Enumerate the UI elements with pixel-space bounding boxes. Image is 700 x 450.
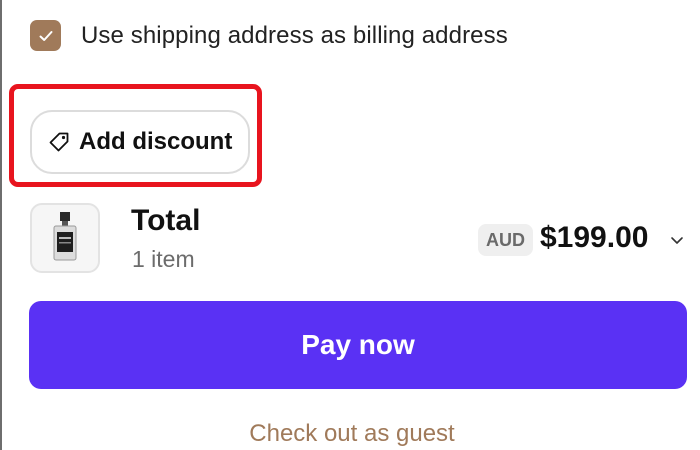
checkout-panel: Use shipping address as billing address … bbox=[0, 0, 700, 450]
add-discount-label: Add discount bbox=[79, 128, 233, 155]
pay-now-button[interactable]: Pay now bbox=[29, 301, 687, 389]
billing-checkbox-label: Use shipping address as billing address bbox=[81, 21, 508, 49]
item-count: 1 item bbox=[132, 246, 195, 272]
checkmark-icon bbox=[39, 30, 52, 41]
tag-icon bbox=[49, 132, 69, 152]
product-thumbnail bbox=[30, 203, 100, 273]
billing-address-option[interactable]: Use shipping address as billing address bbox=[30, 20, 508, 51]
billing-checkbox[interactable] bbox=[30, 20, 61, 51]
check-out-as-guest-link[interactable]: Check out as guest bbox=[2, 420, 700, 448]
chevron-down-icon[interactable] bbox=[669, 232, 685, 248]
add-discount-button[interactable]: Add discount bbox=[30, 110, 250, 174]
currency-badge: AUD bbox=[478, 224, 533, 256]
perfume-bottle-icon bbox=[53, 212, 77, 261]
total-price[interactable]: $199.00 bbox=[540, 221, 648, 255]
total-title: Total bbox=[131, 204, 201, 237]
